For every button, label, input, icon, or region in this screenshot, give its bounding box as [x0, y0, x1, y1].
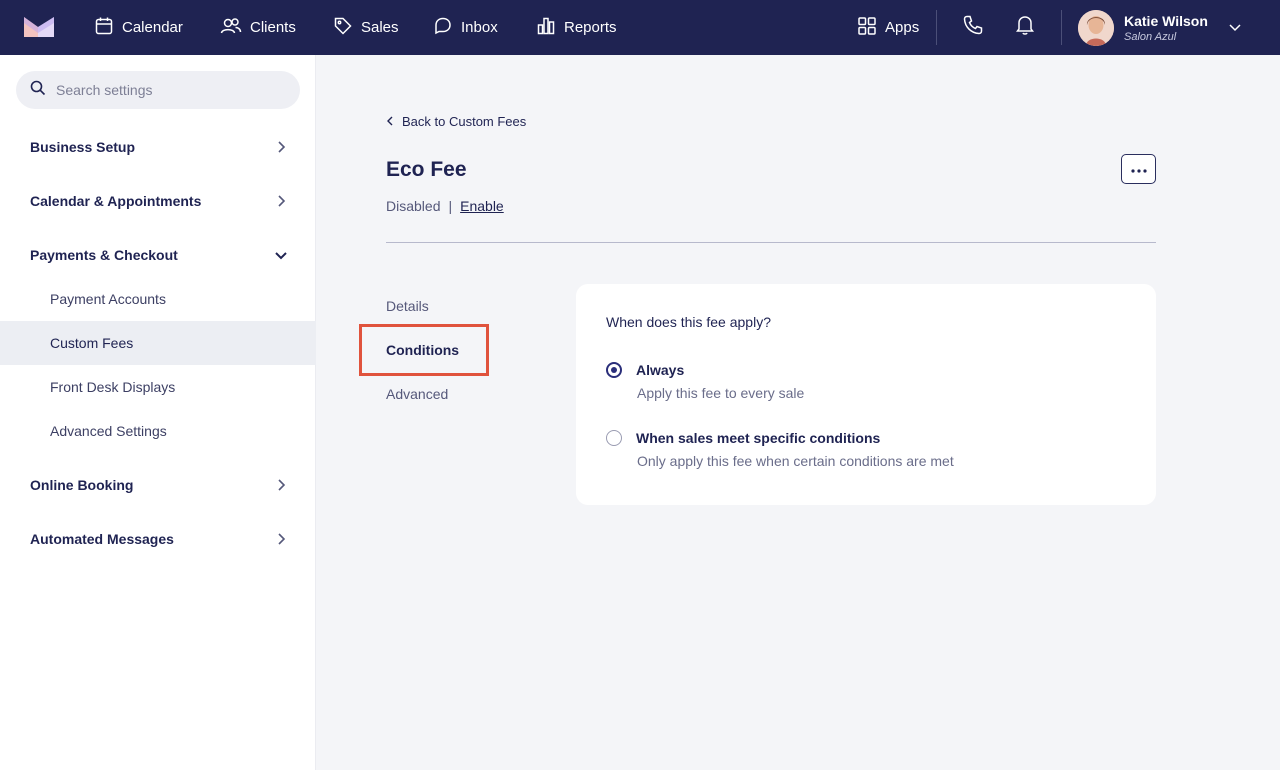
sidebar-item-payment-accounts[interactable]: Payment Accounts: [0, 277, 316, 321]
tag-icon: [333, 16, 361, 40]
sidebar-section-label: Online Booking: [30, 477, 134, 493]
header-divider: [386, 242, 1156, 243]
nav-inbox[interactable]: Inbox: [433, 0, 498, 55]
radio-specific-conditions[interactable]: [606, 430, 622, 446]
nav-calendar-label: Calendar: [122, 19, 183, 36]
user-name: Katie Wilson: [1124, 12, 1208, 29]
back-to-custom-fees-link[interactable]: Back to Custom Fees: [386, 114, 526, 129]
sidebar-section-business-setup[interactable]: Business Setup: [0, 127, 316, 167]
sidebar-item-advanced-settings[interactable]: Advanced Settings: [0, 409, 316, 453]
sidebar-section-online-booking[interactable]: Online Booking: [0, 465, 316, 505]
sidebar-item-label: Payment Accounts: [50, 291, 166, 307]
sidebar-section-label: Payments & Checkout: [30, 247, 178, 263]
sidebar-section-label: Calendar & Appointments: [30, 193, 202, 209]
sidebar-item-label: Front Desk Displays: [50, 379, 176, 395]
nav-divider: [1061, 10, 1062, 45]
brand-logo-icon[interactable]: [24, 17, 54, 37]
chat-icon: [433, 16, 461, 40]
notifications-button[interactable]: [1012, 14, 1038, 40]
more-actions-button[interactable]: [1121, 154, 1156, 184]
user-menu[interactable]: Katie Wilson Salon Azul: [1078, 9, 1241, 47]
bar-chart-icon: [536, 16, 564, 40]
nav-clients-label: Clients: [250, 19, 296, 36]
enable-link[interactable]: Enable: [460, 198, 504, 214]
tab-details[interactable]: Details: [386, 298, 429, 314]
fee-status-row: Disabled | Enable: [386, 198, 504, 214]
card-question: When does this fee apply?: [606, 314, 771, 330]
conditions-card: When does this fee apply? Always Apply t…: [576, 284, 1156, 505]
sidebar-item-label: Advanced Settings: [50, 423, 167, 439]
tab-advanced[interactable]: Advanced: [386, 386, 448, 402]
phone-icon: [962, 14, 984, 41]
radio-always[interactable]: [606, 362, 622, 378]
chevron-right-icon: [274, 194, 288, 211]
sidebar-item-custom-fees[interactable]: Custom Fees: [0, 321, 316, 365]
sidebar-item-label: Custom Fees: [50, 335, 134, 351]
option-title: When sales meet specific conditions: [636, 430, 881, 446]
option-description: Only apply this fee when certain conditi…: [637, 453, 954, 469]
nav-apps-label: Apps: [885, 19, 920, 36]
phone-button[interactable]: [960, 14, 986, 40]
clients-icon: [220, 16, 250, 40]
nav-sales[interactable]: Sales: [333, 0, 399, 55]
nav-sales-label: Sales: [361, 19, 399, 36]
sidebar-item-front-desk-displays[interactable]: Front Desk Displays: [0, 365, 316, 409]
status-separator: |: [448, 198, 453, 214]
highlight-box: [359, 324, 489, 376]
chevron-right-icon: [274, 140, 288, 157]
avatar: [1078, 10, 1114, 46]
chevron-right-icon: [274, 532, 288, 549]
top-navigation-bar: Calendar Clients Sales Inbox Reports App…: [0, 0, 1280, 55]
chevron-down-icon: [274, 248, 288, 265]
bell-icon: [1015, 14, 1035, 41]
nav-calendar[interactable]: Calendar: [94, 0, 183, 55]
search-input[interactable]: [56, 82, 276, 98]
nav-reports[interactable]: Reports: [536, 0, 617, 55]
calendar-icon: [94, 16, 122, 40]
sidebar-section-label: Automated Messages: [30, 531, 174, 547]
chevron-left-icon: [386, 114, 402, 129]
sidebar-section-payments-checkout[interactable]: Payments & Checkout: [0, 235, 316, 275]
nav-apps[interactable]: Apps: [857, 0, 919, 55]
user-organization: Salon Azul: [1124, 30, 1177, 43]
more-horizontal-icon: [1130, 160, 1147, 178]
grid-icon: [857, 16, 885, 40]
back-link-label: Back to Custom Fees: [402, 114, 527, 129]
nav-reports-label: Reports: [564, 19, 617, 36]
option-description: Apply this fee to every sale: [637, 385, 805, 401]
nav-inbox-label: Inbox: [461, 19, 498, 36]
chevron-right-icon: [274, 478, 288, 495]
sidebar-section-automated-messages[interactable]: Automated Messages: [0, 519, 316, 559]
search-icon: [30, 80, 46, 101]
option-title: Always: [636, 362, 685, 378]
sidebar-section-calendar-appointments[interactable]: Calendar & Appointments: [0, 181, 316, 221]
settings-sidebar: Business Setup Calendar & Appointments P…: [0, 55, 316, 770]
nav-divider: [936, 10, 937, 45]
page-title: Eco Fee: [386, 158, 467, 181]
nav-clients[interactable]: Clients: [220, 0, 296, 55]
status-text: Disabled: [386, 198, 441, 214]
settings-search[interactable]: [16, 71, 300, 109]
sidebar-section-label: Business Setup: [30, 139, 136, 155]
chevron-down-icon: [1228, 20, 1242, 39]
